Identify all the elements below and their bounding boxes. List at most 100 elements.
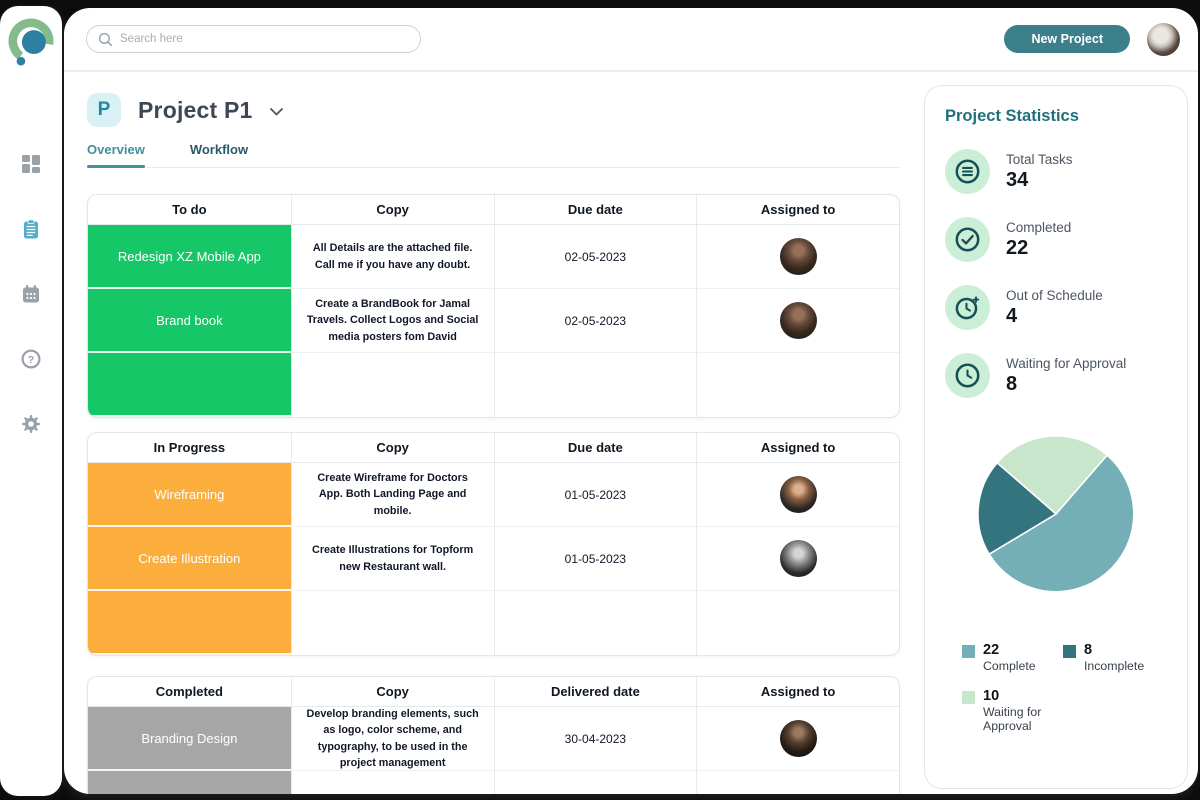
column-header-copy: Copy: [291, 195, 494, 225]
pie-legend: 22 Complete 8 Incomplete 10 Waiting for …: [945, 642, 1167, 733]
legend-item-waiting: 10 Waiting for Approval: [962, 688, 1063, 733]
sidebar-nav: ?: [20, 153, 42, 435]
help-circle-icon: ?: [21, 349, 41, 369]
task-assignee-cell: [696, 463, 899, 527]
clock-icon: [954, 362, 981, 389]
search-box: [86, 25, 421, 53]
clipboard-icon: [21, 219, 41, 240]
task-copy-cell: [291, 771, 494, 794]
task-assignee-cell: [696, 289, 899, 353]
main-panel: New Project P Project P1 Overview Workfl…: [64, 8, 1198, 794]
legend-value: 10: [983, 688, 1063, 704]
legend-item-incomplete: 8 Incomplete: [1063, 642, 1167, 673]
legend-swatch: [962, 645, 975, 658]
stat-out-of-schedule: Out of Schedule 4: [945, 285, 1167, 330]
task-date-cell: 01-05-2023: [494, 527, 697, 591]
assignee-avatar: [780, 720, 817, 757]
calendar-icon: [21, 284, 41, 304]
task-name-cell[interactable]: [88, 353, 291, 417]
task-assignee-cell: [696, 771, 899, 794]
stats-title: Project Statistics: [945, 107, 1167, 126]
project-statistics-panel: Project Statistics Total Tasks 34: [924, 85, 1188, 789]
task-assignee-cell: [696, 353, 899, 417]
assignee-avatar: [780, 238, 817, 275]
column-header-status: To do: [88, 195, 291, 225]
check-circle-icon: [954, 226, 981, 253]
task-name-cell[interactable]: Branding Design: [88, 707, 291, 771]
table-row-empty: [88, 353, 899, 417]
sidebar: ?: [0, 6, 62, 796]
stat-total-tasks: Total Tasks 34: [945, 149, 1167, 194]
search-icon: [98, 32, 113, 47]
task-date-cell: 30-04-2023: [494, 707, 697, 771]
legend-label: Waiting for Approval: [983, 705, 1063, 733]
tab-overview[interactable]: Overview: [87, 142, 145, 167]
stat-value: 22: [1006, 237, 1071, 260]
column-header-status: In Progress: [88, 433, 291, 463]
legend-label: Incomplete: [1084, 659, 1167, 673]
sidebar-item-dashboard[interactable]: [20, 153, 42, 175]
task-date-cell: [494, 353, 697, 417]
task-copy-cell: Create Illustrations for Topform new Res…: [291, 527, 494, 591]
grid-icon: [21, 154, 41, 174]
page-title: Project P1: [138, 97, 253, 124]
sidebar-item-calendar[interactable]: [20, 283, 42, 305]
table-row: Create Illustration Create Illustrations…: [88, 527, 899, 591]
legend-value: 22: [983, 642, 1063, 658]
profile-avatar[interactable]: [1147, 23, 1180, 56]
task-name-cell[interactable]: Redesign XZ Mobile App: [88, 225, 291, 289]
task-date-cell: 01-05-2023: [494, 463, 697, 527]
task-copy-cell: Create a BrandBook for Jamal Travels. Co…: [291, 289, 494, 353]
sidebar-item-settings[interactable]: [20, 413, 42, 435]
tabs: Overview Workflow: [87, 142, 900, 168]
task-name-cell[interactable]: Create Illustration: [88, 527, 291, 591]
column-header-assigned: Assigned to: [696, 433, 899, 463]
stat-label: Waiting for Approval: [1006, 356, 1126, 371]
task-assignee-cell: [696, 527, 899, 591]
app-logo-icon: [8, 17, 54, 69]
new-project-button[interactable]: New Project: [1004, 25, 1130, 53]
table-row-empty: [88, 771, 899, 794]
column-header-date: Due date: [494, 195, 697, 225]
list-circle-icon: [954, 158, 981, 185]
sidebar-item-tasks[interactable]: [20, 218, 42, 240]
project-area: P Project P1 Overview Workflow To do Cop…: [64, 72, 924, 794]
chevron-down-icon[interactable]: [270, 108, 283, 116]
column-header-assigned: Assigned to: [696, 677, 899, 707]
stat-value: 4: [1006, 305, 1103, 328]
task-name-cell[interactable]: [88, 591, 291, 655]
stat-label: Out of Schedule: [1006, 288, 1103, 303]
in-progress-table: In Progress Copy Due date Assigned to Wi…: [87, 432, 900, 656]
task-date-cell: [494, 771, 697, 794]
legend-swatch: [962, 691, 975, 704]
legend-swatch: [1063, 645, 1076, 658]
task-copy-cell: All Details are the attached file. Call …: [291, 225, 494, 289]
table-header-row: In Progress Copy Due date Assigned to: [88, 433, 899, 463]
task-name-cell[interactable]: [88, 771, 291, 794]
task-copy-cell: Create Wireframe for Doctors App. Both L…: [291, 463, 494, 527]
search-input[interactable]: [120, 33, 409, 45]
task-name-cell[interactable]: Brand book: [88, 289, 291, 353]
task-date-cell: [494, 591, 697, 655]
table-row: Branding Design Develop branding element…: [88, 707, 899, 771]
tab-workflow[interactable]: Workflow: [190, 142, 248, 167]
column-header-copy: Copy: [291, 433, 494, 463]
stat-value: 8: [1006, 373, 1126, 396]
column-header-assigned: Assigned to: [696, 195, 899, 225]
column-header-status: Completed: [88, 677, 291, 707]
stat-value: 34: [1006, 169, 1073, 192]
legend-item-complete: 22 Complete: [962, 642, 1063, 673]
legend-value: 8: [1084, 642, 1167, 658]
sidebar-item-help[interactable]: ?: [20, 348, 42, 370]
table-row: Brand book Create a BrandBook for Jamal …: [88, 289, 899, 353]
task-date-cell: 02-05-2023: [494, 289, 697, 353]
task-name-cell[interactable]: Wireframing: [88, 463, 291, 527]
todo-table: To do Copy Due date Assigned to Redesign…: [87, 194, 900, 418]
task-copy-cell: [291, 591, 494, 655]
task-copy-cell: [291, 353, 494, 417]
stat-label: Total Tasks: [1006, 152, 1073, 167]
task-assignee-cell: [696, 707, 899, 771]
task-assignee-cell: [696, 225, 899, 289]
table-row: Redesign XZ Mobile App All Details are t…: [88, 225, 899, 289]
table-row: Wireframing Create Wireframe for Doctors…: [88, 463, 899, 527]
